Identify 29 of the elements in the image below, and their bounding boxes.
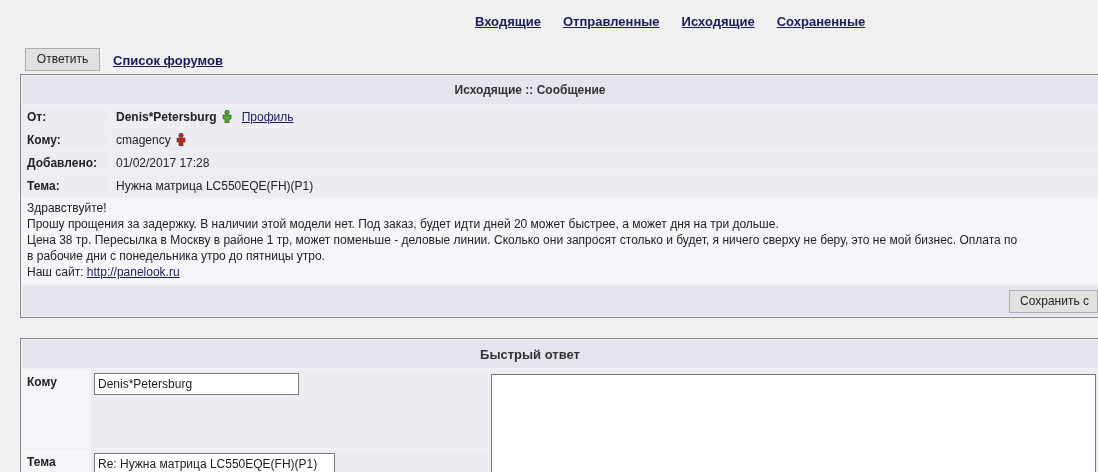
profile-link[interactable]: Профиль: [241, 109, 294, 124]
save-button[interactable]: Сохранить с: [1009, 289, 1098, 313]
reply-button[interactable]: Ответить: [25, 47, 100, 71]
text-field[interactable]: Re: Нужна матрица LC550EQE(FH)(P1): [94, 453, 335, 472]
field-value: Нужна матрица LC550EQE(FH)(P1): [116, 178, 314, 193]
nav-link[interactable]: Отправленные: [562, 14, 660, 35]
field-label: Кому:: [22, 129, 109, 150]
field-value: Denis*Petersburg: [116, 109, 217, 124]
field-value: cmagency: [116, 132, 171, 147]
nav-link[interactable]: Входящие: [475, 14, 541, 35]
field-label: Тема:: [22, 175, 109, 196]
field-label: От:: [22, 106, 109, 127]
message-line: Прошу прощения за задержку. В наличии этой модели нет. Под заказ, будет идти дней 20 может быстрее, а может дня на три дольше.: [27, 216, 780, 232]
field-label: Добавлено:: [22, 152, 109, 173]
message-text-area[interactable]: [491, 374, 1096, 472]
nav-link[interactable]: Сохраненные: [776, 14, 866, 35]
message-line: в рабочие дни с понедельника утро до пятницы утро.: [27, 248, 326, 264]
text-field[interactable]: Denis*Petersburg: [94, 373, 299, 395]
field-value: 01/02/2017 17:28: [116, 155, 210, 170]
panel-title: Быстрый ответ: [480, 346, 580, 362]
message-line: Здравствуйте!: [27, 200, 108, 216]
message-line: Цена 38 тр. Пересылка в Москву в районе 1 тр, может поменьше - деловые линии. Сколько они запросят столько и будет, я ничего сверху не беру, это не мой бизнес. Оплата по: [27, 232, 1019, 248]
site-link[interactable]: http://panelook.ru: [86, 265, 180, 279]
nav-link[interactable]: Исходящие: [681, 14, 755, 35]
site-label: Наш сайт:: [27, 265, 84, 279]
field-label: Тема: [22, 450, 89, 472]
forum-list-link[interactable]: Список форумов: [113, 53, 223, 68]
field-label: Кому: [22, 370, 89, 448]
panel-title: Исходящие :: Сообщение: [454, 83, 606, 97]
